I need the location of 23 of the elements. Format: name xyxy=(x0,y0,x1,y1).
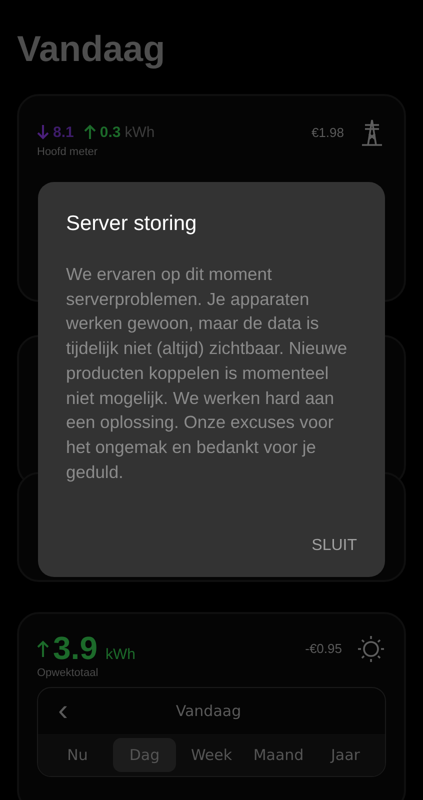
back-button[interactable]: ‹ xyxy=(58,696,68,726)
meter-label: Hoofd meter xyxy=(37,146,99,158)
unit-label: kWh xyxy=(105,646,136,663)
export-value: 0.3 xyxy=(100,124,121,140)
dialog-message: We ervaren op dit moment serverproblemen. Je apparaten werken gewoon, maar de data is tijdelijk niet (altijd) zichtbaar. Nieuwe producten koppelen is momenteel niet mogelijk. We werken hard aan een oplossing. Onze excuses voor het ongemak en bedankt voor je geduld. xyxy=(66,263,348,484)
arrow-up-icon xyxy=(37,640,49,658)
cost-value: -€0.95 xyxy=(305,641,342,656)
period-title: Vandaag xyxy=(174,702,242,720)
dialog-title: Server storing xyxy=(66,212,198,236)
period-tab[interactable]: Nu xyxy=(46,738,109,772)
period-tab[interactable]: Week xyxy=(180,738,243,772)
sun-icon xyxy=(356,634,386,664)
import-value: 8.1 xyxy=(53,124,74,140)
close-button[interactable]: SLUIT xyxy=(308,533,361,559)
production-label: Opwektotaal xyxy=(37,667,100,679)
arrow-down-icon xyxy=(37,124,49,140)
arrow-up-icon xyxy=(84,124,96,140)
production-value: 3.9 xyxy=(53,630,98,667)
period-tab[interactable]: Maand xyxy=(247,738,310,772)
period-tab[interactable]: Jaar xyxy=(314,738,377,772)
page-title: Vandaag xyxy=(17,27,166,71)
period-tab[interactable]: Dag xyxy=(113,738,176,772)
cost-value: €1.98 xyxy=(311,124,344,140)
